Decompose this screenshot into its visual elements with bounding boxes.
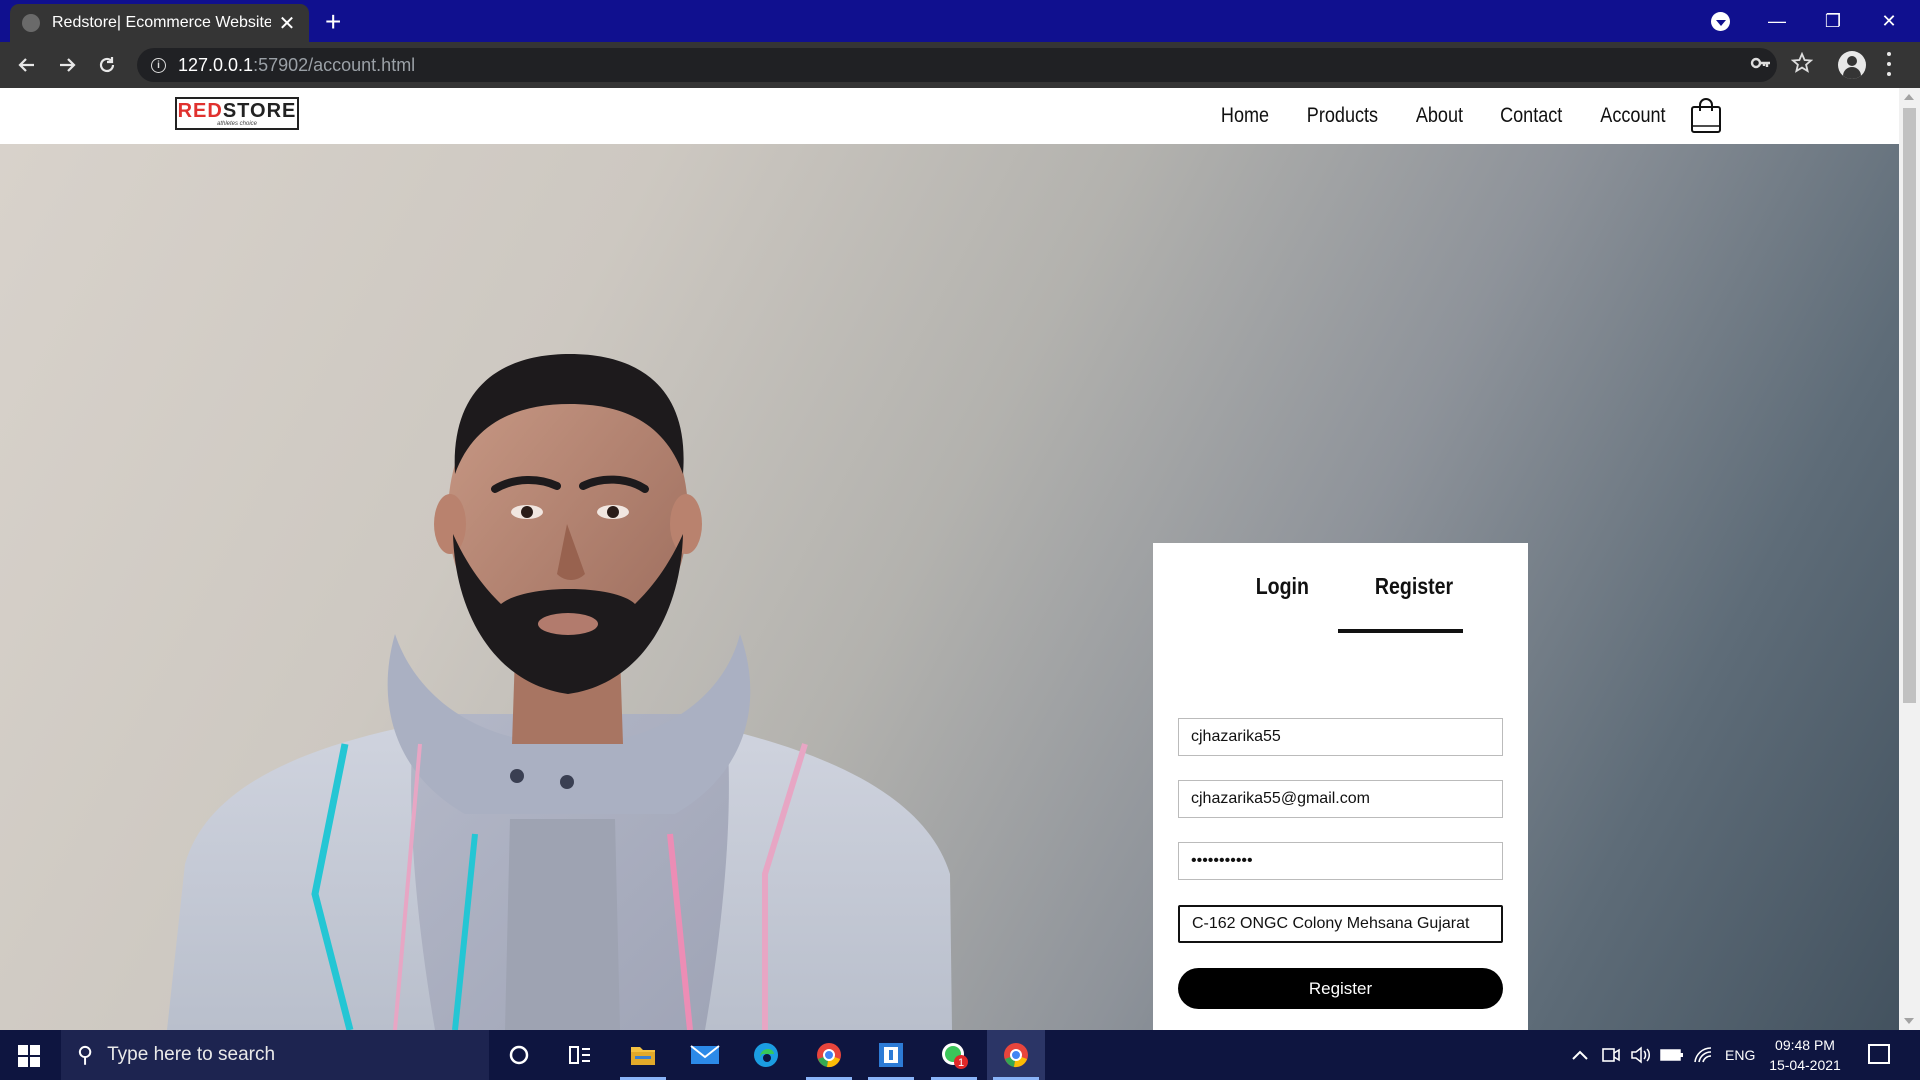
action-center-icon[interactable] <box>1868 1044 1890 1064</box>
browser-tab-bar: Redstore| Ecommerce Website De ✕ + — ❐ ✕ <box>0 0 1920 42</box>
back-arrow-icon <box>18 58 34 72</box>
new-tab-button[interactable]: + <box>325 6 341 38</box>
show-hidden-icons-chevron-icon[interactable] <box>1571 1030 1589 1080</box>
search-icon: ⚲ <box>77 1042 94 1067</box>
volume-icon[interactable] <box>1630 1030 1652 1080</box>
taskbar-search-box[interactable]: ⚲ Type here to search <box>61 1030 489 1080</box>
chrome-icon[interactable] <box>987 1030 1045 1080</box>
logo-tagline: athletes choice <box>216 120 258 127</box>
site-info-icon[interactable]: i <box>151 57 166 73</box>
reload-button[interactable] <box>91 50 123 80</box>
close-window-button[interactable]: ✕ <box>1861 0 1917 42</box>
windows-taskbar: ⚲ Type here to search 1 ENG 09:48 PM 15-… <box>0 1030 1920 1080</box>
browser-tab[interactable]: Redstore| Ecommerce Website De ✕ <box>10 4 309 42</box>
search-placeholder: Type here to search <box>107 1044 276 1065</box>
shopping-bag-icon[interactable] <box>1690 98 1722 134</box>
nav-about[interactable]: About <box>1416 104 1463 128</box>
password-key-icon[interactable] <box>1750 52 1772 80</box>
address-field[interactable] <box>1178 905 1503 943</box>
profile-avatar-icon[interactable] <box>1838 51 1866 79</box>
back-button[interactable] <box>11 50 43 80</box>
redstore-logo[interactable]: REDSTORE athletes choice <box>175 97 299 130</box>
favicon-icon <box>22 14 40 32</box>
cortana-icon[interactable] <box>490 1030 548 1080</box>
nav-home[interactable]: Home <box>1221 104 1269 128</box>
bookmark-star-icon[interactable] <box>1790 51 1814 80</box>
browser-menu-icon[interactable] <box>1885 52 1893 76</box>
account-form-container: Login Register Register <box>1153 543 1528 1030</box>
scroll-thumb[interactable] <box>1903 108 1916 703</box>
restore-button[interactable]: ❐ <box>1805 0 1861 42</box>
active-tab-indicator <box>1338 629 1463 633</box>
chrome-profile-icon[interactable] <box>800 1030 858 1080</box>
page-scrollbar[interactable] <box>1899 88 1920 1030</box>
web-page: REDSTORE athletes choice Home Products A… <box>0 88 1899 1030</box>
wifi-icon[interactable] <box>1693 1030 1713 1080</box>
reload-icon <box>99 57 115 73</box>
scroll-up-arrow-icon[interactable] <box>1904 94 1914 100</box>
taskbar-clock[interactable]: 09:48 PM 15-04-2021 <box>1760 1035 1850 1075</box>
file-explorer-icon[interactable] <box>614 1030 672 1080</box>
task-view-icon[interactable] <box>551 1030 609 1080</box>
input-language[interactable]: ENG <box>1725 1030 1755 1080</box>
nav-products[interactable]: Products <box>1307 104 1378 128</box>
nav-account[interactable]: Account <box>1600 104 1665 128</box>
tab-title: Redstore| Ecommerce Website De <box>52 14 271 31</box>
register-submit-button[interactable]: Register <box>1178 968 1503 1009</box>
browser-toolbar: i 127.0.0.1:57902/account.html <box>0 42 1920 88</box>
edge-browser-icon[interactable] <box>737 1030 795 1080</box>
whatsapp-icon[interactable]: 1 <box>925 1030 983 1080</box>
meet-now-icon[interactable] <box>1601 1030 1621 1080</box>
url-text: 127.0.0.1:57902/account.html <box>178 54 416 75</box>
tab-search-icon[interactable] <box>1711 12 1730 31</box>
nav-contact[interactable]: Contact <box>1500 104 1562 128</box>
model-portrait-image <box>167 354 952 1030</box>
account-hero: Login Register Register <box>0 144 1899 1030</box>
clock-time: 09:48 PM <box>1775 1037 1835 1053</box>
site-navbar: REDSTORE athletes choice Home Products A… <box>0 88 1899 144</box>
address-bar[interactable]: i 127.0.0.1:57902/account.html <box>137 48 1777 82</box>
username-field[interactable] <box>1178 718 1503 756</box>
email-field[interactable] <box>1178 780 1503 818</box>
forward-button[interactable] <box>51 50 83 80</box>
tab-register[interactable]: Register <box>1375 573 1453 600</box>
mail-icon[interactable] <box>676 1030 734 1080</box>
clock-date: 15-04-2021 <box>1769 1057 1841 1073</box>
minimize-button[interactable]: — <box>1749 0 1805 42</box>
forward-arrow-icon <box>60 58 76 72</box>
battery-icon[interactable] <box>1660 1030 1684 1080</box>
form-tabs: Login Register <box>1153 565 1528 633</box>
scroll-down-arrow-icon[interactable] <box>1904 1018 1914 1024</box>
tab-close-icon[interactable]: ✕ <box>277 11 297 36</box>
whatsapp-badge: 1 <box>958 1057 964 1069</box>
windows-start-icon[interactable] <box>18 1045 40 1067</box>
main-nav: Home Products About Contact Account <box>1217 104 1671 128</box>
password-field[interactable] <box>1178 842 1503 880</box>
terminal-app-icon[interactable] <box>862 1030 920 1080</box>
tab-login[interactable]: Login <box>1256 573 1309 600</box>
